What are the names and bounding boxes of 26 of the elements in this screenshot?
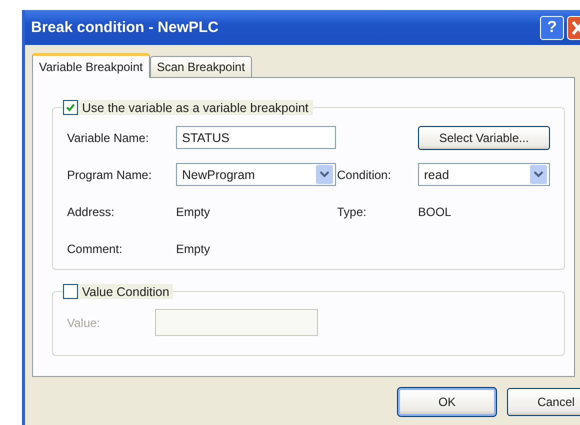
tab[interactable]: Variable Breakpoint <box>32 53 150 78</box>
condition-dropdown[interactable]: read <box>418 163 550 186</box>
field-label: Type: <box>336 204 368 218</box>
field-label: Value: <box>66 316 102 330</box>
type-value: BOOL <box>418 204 452 218</box>
field-label: Program Name: <box>66 168 153 182</box>
checkbox-label: Value Condition <box>82 284 170 298</box>
dialog-button[interactable]: OK <box>398 388 496 416</box>
help-button[interactable]: ? <box>540 16 564 40</box>
field-label: Comment: <box>66 242 124 256</box>
checkbox[interactable] <box>63 284 78 299</box>
variable-name-field[interactable]: STATUS <box>176 126 336 149</box>
field-label: Address: <box>66 204 116 218</box>
field-label: Condition: <box>336 168 392 182</box>
select-variable-button[interactable]: Select Variable... <box>418 126 550 150</box>
tab[interactable]: Scan Breakpoint <box>150 56 252 77</box>
value-field[interactable] <box>155 309 318 336</box>
dialog-button[interactable]: Cancel <box>507 388 580 416</box>
checkbox[interactable] <box>63 100 78 115</box>
checkbox-label: Use the variable as a variable breakpoint <box>82 100 309 114</box>
program-name-dropdown[interactable]: NewProgram <box>176 163 336 186</box>
field-label: Variable Name: <box>66 130 150 144</box>
check-icon <box>65 102 76 113</box>
window-title: Break condition - NewPLC <box>31 19 220 36</box>
comment-value: Empty <box>176 242 212 256</box>
address-value: Empty <box>176 204 212 218</box>
